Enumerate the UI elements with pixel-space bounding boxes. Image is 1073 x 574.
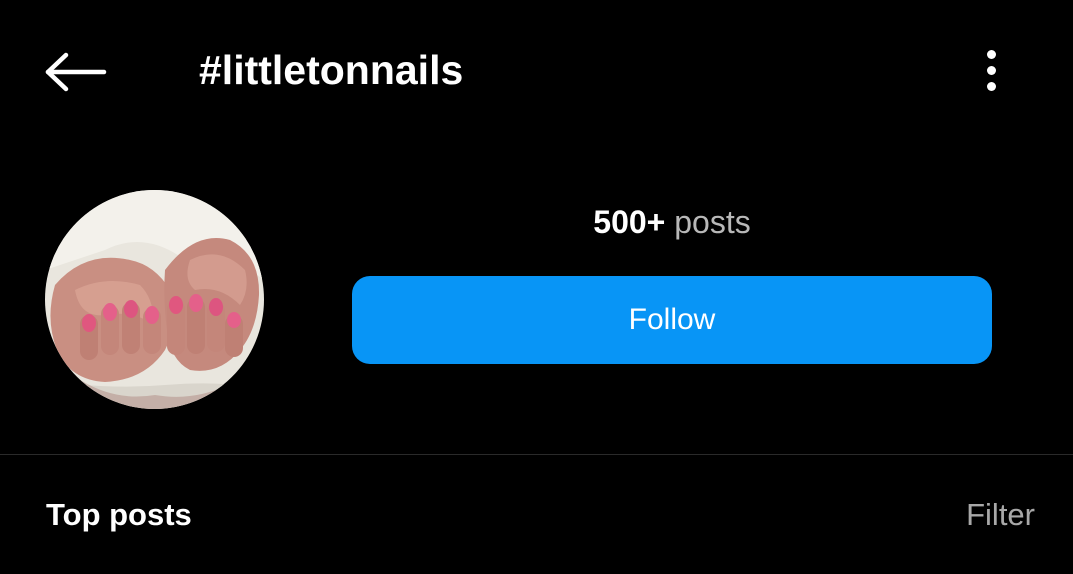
hashtag-avatar[interactable] bbox=[45, 190, 264, 409]
posts-count-number: 500+ bbox=[593, 204, 666, 240]
back-button[interactable] bbox=[36, 38, 116, 104]
posts-count-label: posts bbox=[665, 204, 751, 240]
vertical-ellipsis-icon-dot bbox=[987, 82, 996, 91]
vertical-ellipsis-icon bbox=[987, 50, 996, 59]
page-title: #littletonnails bbox=[199, 47, 464, 93]
top-bar: #littletonnails bbox=[0, 0, 1073, 140]
more-options-button[interactable] bbox=[966, 38, 1018, 104]
top-posts-heading: Top posts bbox=[46, 497, 192, 532]
section-divider bbox=[0, 454, 1073, 455]
vertical-ellipsis-icon-dot bbox=[987, 66, 996, 75]
follow-button[interactable]: Follow bbox=[352, 276, 992, 364]
arrow-left-icon bbox=[45, 52, 107, 92]
posts-count: 500+ posts bbox=[352, 200, 992, 244]
hands-with-pink-nails-image bbox=[45, 190, 264, 409]
filter-button[interactable]: Filter bbox=[966, 494, 1035, 536]
